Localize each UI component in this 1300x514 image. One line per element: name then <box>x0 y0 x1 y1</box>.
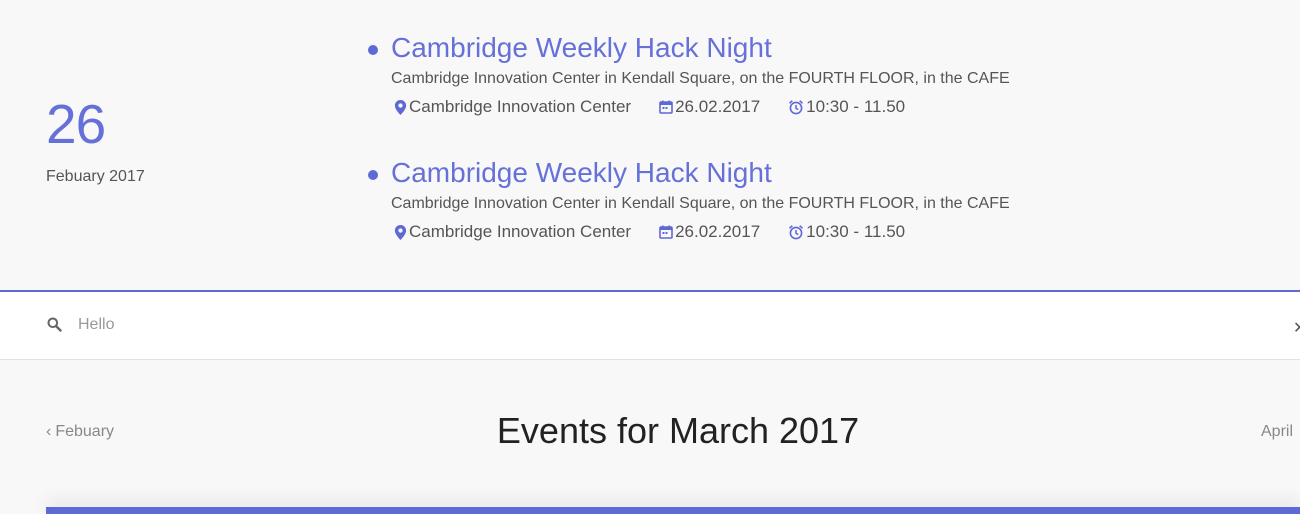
next-month-link[interactable]: April <box>1261 423 1293 441</box>
calendar-icon <box>659 225 673 239</box>
event-date-text: 26.02.2017 <box>675 97 761 116</box>
event-date: 26.02.2017 <box>659 97 760 117</box>
event-title-link[interactable]: Cambridge Weekly Hack Night <box>391 157 772 189</box>
search-input[interactable] <box>78 312 1178 338</box>
alarm-clock-icon <box>789 225 804 240</box>
event-description: Cambridge Innovation Center in Kendall S… <box>391 195 1010 212</box>
event-meta: Cambridge Innovation Center 26.02.2017 1… <box>394 95 1068 119</box>
page-title: Events for March 2017 <box>496 410 860 451</box>
day-number: 26 <box>46 93 106 155</box>
event-location: Cambridge Innovation Center <box>394 97 631 117</box>
close-icon[interactable]: ✕ <box>1293 318 1300 338</box>
event-location: Cambridge Innovation Center <box>394 222 631 242</box>
bullet-icon <box>368 44 378 55</box>
bullet-icon <box>368 169 378 180</box>
map-pin-icon <box>394 99 407 115</box>
event-description: Cambridge Innovation Center in Kendall S… <box>391 70 1010 87</box>
search-bar: ✕ <box>0 290 1300 360</box>
event-location-text: Cambridge Innovation Center <box>409 222 632 241</box>
event-time: 10:30 - 11.50 <box>788 97 905 117</box>
event-time: 10:30 - 11.50 <box>788 222 905 242</box>
event-item: Cambridge Weekly Hack Night Cambridge In… <box>368 30 1068 119</box>
calendar-icon <box>659 100 673 114</box>
event-meta: Cambridge Innovation Center 26.02.2017 1… <box>394 220 1068 244</box>
event-time-text: 10:30 - 11.50 <box>806 97 906 116</box>
event-item: Cambridge Weekly Hack Night Cambridge In… <box>368 155 1068 244</box>
event-location-text: Cambridge Innovation Center <box>409 97 632 116</box>
event-title-row: Cambridge Weekly Hack Night <box>368 30 1068 66</box>
alarm-clock-icon <box>789 100 804 115</box>
month-navigation: ‹ Febuary Events for March 2017 April <box>0 400 1300 460</box>
event-title-link[interactable]: Cambridge Weekly Hack Night <box>391 32 772 64</box>
search-icon <box>47 317 62 332</box>
event-date-text: 26.02.2017 <box>675 222 761 241</box>
day-month-year: Febuary 2017 <box>46 168 145 185</box>
day-header: 26 Febuary 2017 <box>46 97 145 186</box>
event-title-row: Cambridge Weekly Hack Night <box>368 155 1068 191</box>
calendar-header-strip <box>46 507 1300 514</box>
event-time-text: 10:30 - 11.50 <box>806 222 906 241</box>
map-pin-icon <box>394 224 407 240</box>
event-date: 26.02.2017 <box>659 222 760 242</box>
